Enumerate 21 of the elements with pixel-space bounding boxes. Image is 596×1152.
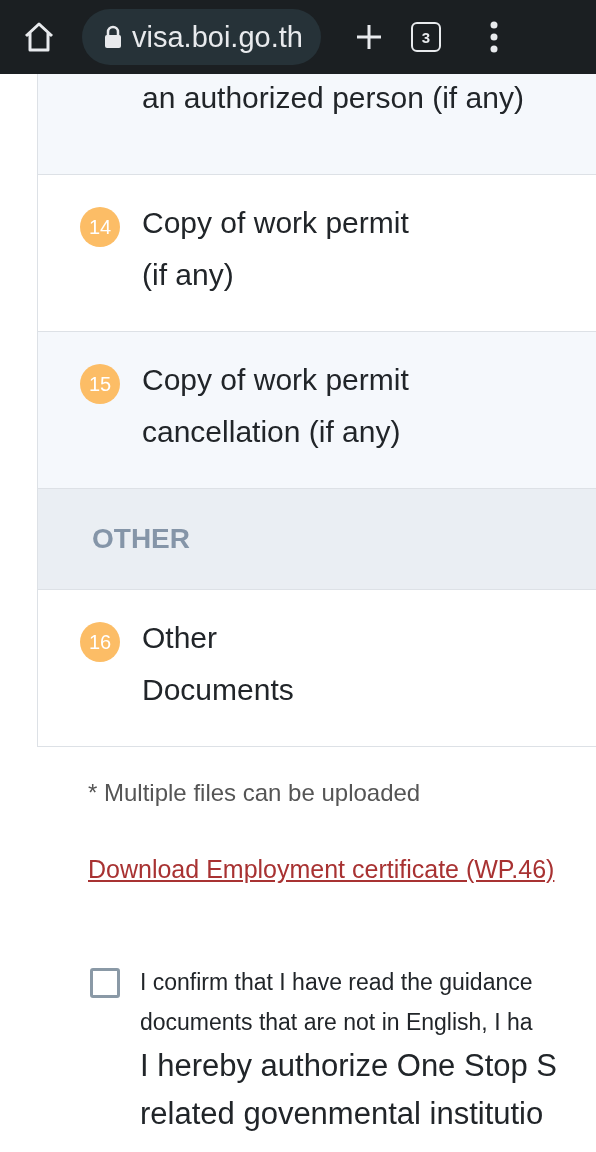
authorization-text: related govenmental institutio (140, 1095, 545, 1133)
address-bar[interactable]: visa.boi.go.th (82, 9, 321, 65)
consent-text: I confirm that I have read the guidance (140, 968, 534, 997)
document-title: an authorized person (if any) (142, 80, 524, 116)
lock-icon (104, 25, 122, 49)
document-title: Copy of work permit (if any) (142, 205, 409, 293)
tab-count[interactable]: 3 (410, 22, 441, 52)
document-title: Copy of work permit cancellation (if any) (142, 362, 409, 450)
download-link[interactable]: Download Employment certificate (WP.46) (88, 855, 596, 884)
home-icon[interactable] (22, 21, 56, 53)
new-tab-icon[interactable] (354, 23, 383, 51)
menu-icon[interactable] (488, 21, 499, 53)
document-title: Other Documents (142, 620, 294, 708)
number-badge: 16 (80, 622, 120, 662)
number-badge: 15 (80, 364, 120, 404)
authorization-text: I hereby authorize One Stop S (140, 1047, 558, 1085)
consent-checkbox[interactable] (90, 968, 120, 998)
consent-text: documents that are not in English, I ha (140, 1008, 534, 1037)
number-badge: 14 (80, 207, 120, 247)
upload-note: * Multiple files can be uploaded (88, 779, 422, 807)
section-header: OTHER (38, 489, 596, 590)
